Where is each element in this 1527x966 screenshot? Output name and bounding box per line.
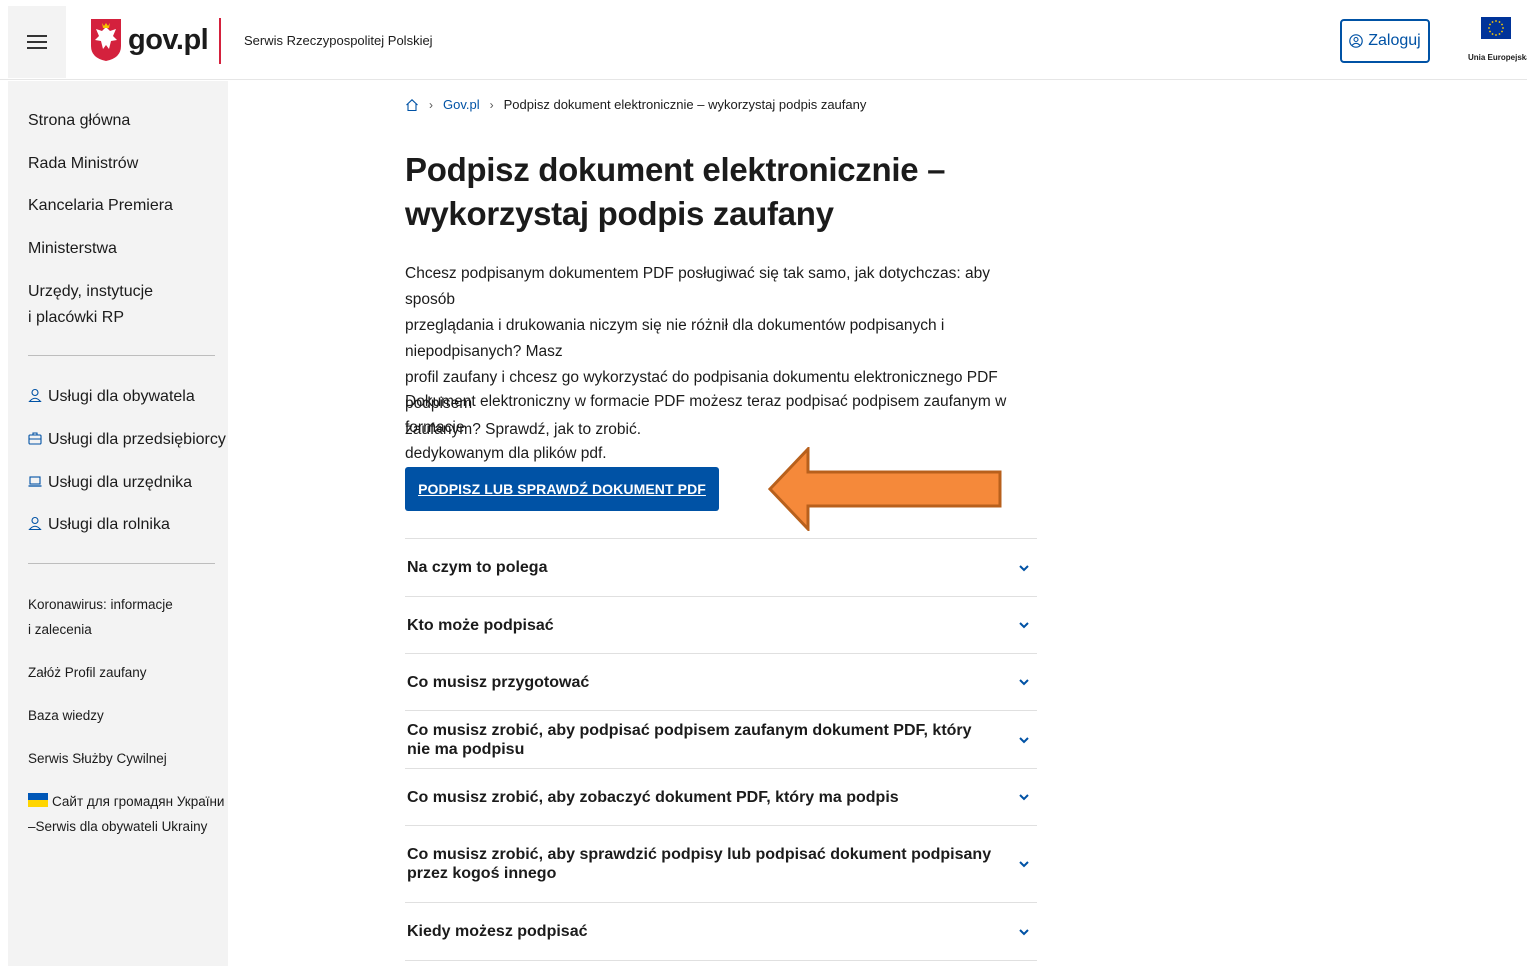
accordion-item-title: Kiedy możesz podpisać: [407, 923, 588, 940]
chevron-down-icon: [1019, 679, 1029, 686]
menu-button[interactable]: [8, 6, 66, 78]
chevron-down-icon: [1019, 861, 1029, 868]
breadcrumb-separator: ›: [489, 97, 494, 112]
logo-divider: [219, 18, 221, 64]
page-title: Podpisz dokument elektronicznie – wykorz…: [405, 151, 946, 232]
intro-line: przeglądania i drukowania niczym się nie…: [405, 317, 945, 360]
service-name: Serwis Rzeczypospolitej Polskiej: [244, 33, 433, 48]
chevron-down-icon: [1019, 928, 1029, 935]
sidebar-item-business-label: Usługi dla przedsiębiorcy: [48, 431, 226, 448]
accordion-item[interactable]: Kto może podpisać: [405, 597, 1037, 654]
sign-or-verify-pdf-button[interactable]: PODPISZ LUB SPRAWDŹ DOKUMENT PDF: [405, 467, 719, 511]
sidebar-item-official-services[interactable]: Usługi dla urzędnika: [28, 470, 192, 496]
sidebar-item-official-label: Usługi dla urzędnika: [48, 474, 193, 491]
sidebar-item-farmer-services[interactable]: Usługi dla rolnika: [28, 512, 170, 538]
user-circle-icon: [1349, 34, 1364, 48]
login-label: Zaloguj: [1368, 32, 1421, 49]
sidebar-item-covid-line1: Koronawirus: informacje: [28, 597, 173, 612]
breadcrumb-current: Podpisz dokument elektronicznie – wykorz…: [503, 97, 867, 112]
accordion-item-title: Co musisz zrobić, aby sprawdzić podpisy …: [407, 846, 992, 882]
sidebar-item-knowledge-base[interactable]: Baza wiedzy: [28, 703, 104, 728]
logo-text: gov.pl: [128, 23, 209, 56]
sidebar-divider: [28, 355, 215, 356]
intro-line: Chcesz podpisanym dokumentem PDF posługi…: [405, 265, 990, 308]
accordion-item-title: Kto może podpisać: [407, 616, 554, 634]
accordion-item-title: Co musisz przygotować: [407, 673, 590, 691]
format-line: Dokument elektroniczny w formacie PDF mo…: [405, 393, 1007, 436]
site-header: gov.pl Serwis Rzeczypospolitej Polskiej …: [0, 0, 1527, 80]
login-button[interactable]: Zaloguj: [1340, 19, 1430, 63]
gov-logo[interactable]: gov.pl: [90, 18, 209, 62]
chevron-down-icon: [1019, 736, 1029, 743]
eu-label: Unia Europejska: [1468, 53, 1527, 62]
briefcase-icon: [28, 432, 42, 445]
sidebar-item-trusted-profile[interactable]: Załóż Profil zaufany: [28, 660, 147, 685]
laptop-icon: [28, 476, 42, 487]
sidebar-divider: [28, 563, 215, 564]
sidebar-item-offices-line2: i placówki RP: [28, 309, 125, 326]
chevron-down-icon: [1019, 622, 1029, 629]
breadcrumb: › Gov.pl › Podpisz dokument elektroniczn…: [405, 97, 866, 112]
person-icon: [28, 516, 42, 530]
sidebar-item-citizen-label: Usługi dla obywatela: [48, 388, 195, 405]
accordion-item[interactable]: Co musisz przygotować: [405, 654, 1037, 711]
sidebar-item-council[interactable]: Rada Ministrów: [28, 151, 138, 177]
accordion-item[interactable]: Na czym to polega: [405, 539, 1037, 597]
accordion-item[interactable]: Co musisz zrobić, aby podpisać podpisem …: [405, 711, 1037, 769]
accordion-item[interactable]: Kiedy możesz podpisać: [405, 903, 1037, 961]
hamburger-icon: [27, 35, 47, 49]
chevron-down-icon: [1019, 794, 1029, 801]
sidebar-item-ministries[interactable]: Ministerstwa: [28, 236, 117, 262]
eagle-emblem-icon: [91, 19, 121, 61]
sidebar: Strona główna Rada Ministrów Kancelaria …: [8, 81, 228, 966]
accordion-item-title: Co musisz zrobić, aby zobaczyć dokument …: [407, 788, 899, 806]
accordion-item[interactable]: Co musisz zrobić, aby sprawdzić podpisy …: [405, 826, 1037, 903]
sidebar-item-citizen-services[interactable]: Usługi dla obywatela: [28, 384, 195, 410]
breadcrumb-link-govpl[interactable]: Gov.pl: [443, 97, 480, 112]
sidebar-item-ukraine-line2: –Serwis dla obywateli Ukrainy: [28, 819, 208, 834]
accordion-item[interactable]: Co musisz zrobić, aby zobaczyć dokument …: [405, 769, 1037, 826]
sidebar-item-civil-service[interactable]: Serwis Służby Cywilnej: [28, 746, 167, 771]
sidebar-item-covid-line2: i zalecenia: [28, 622, 92, 637]
sidebar-item-ukraine[interactable]: Сайт для громадян України –Serwis dla ob…: [28, 789, 224, 839]
eu-flag-icon: [1481, 17, 1511, 39]
sidebar-item-home[interactable]: Strona główna: [28, 108, 130, 134]
sidebar-item-offices-line1: Urzędy, instytucje: [28, 283, 154, 300]
eu-logo: Unia Europejska: [1468, 17, 1527, 62]
home-icon[interactable]: [405, 98, 419, 112]
ukraine-flag-icon: [28, 793, 48, 807]
accordion-item-title: Co musisz zrobić, aby podpisać podpisem …: [407, 721, 972, 758]
sidebar-item-offices[interactable]: Urzędy, instytucje i placówki RP: [28, 279, 153, 331]
breadcrumb-separator: ›: [429, 97, 433, 112]
sidebar-item-covid[interactable]: Koronawirus: informacje i zalecenia: [28, 592, 173, 642]
sidebar-item-business-services[interactable]: Usługi dla przedsiębiorcy: [28, 427, 226, 453]
sidebar-item-ukraine-line1: Сайт для громадян України: [52, 794, 225, 809]
sidebar-item-chancellery[interactable]: Kancelaria Premiera: [28, 193, 173, 219]
chevron-down-icon: [1019, 564, 1029, 571]
accordion-item-title: Na czym to polega: [407, 559, 548, 576]
sidebar-item-farmer-label: Usługi dla rolnika: [48, 516, 170, 533]
accordion: Na czym to polega Kto może podpisać Co m…: [405, 538, 1037, 961]
annotation-arrow-icon: [768, 447, 1002, 531]
person-icon: [28, 388, 42, 402]
